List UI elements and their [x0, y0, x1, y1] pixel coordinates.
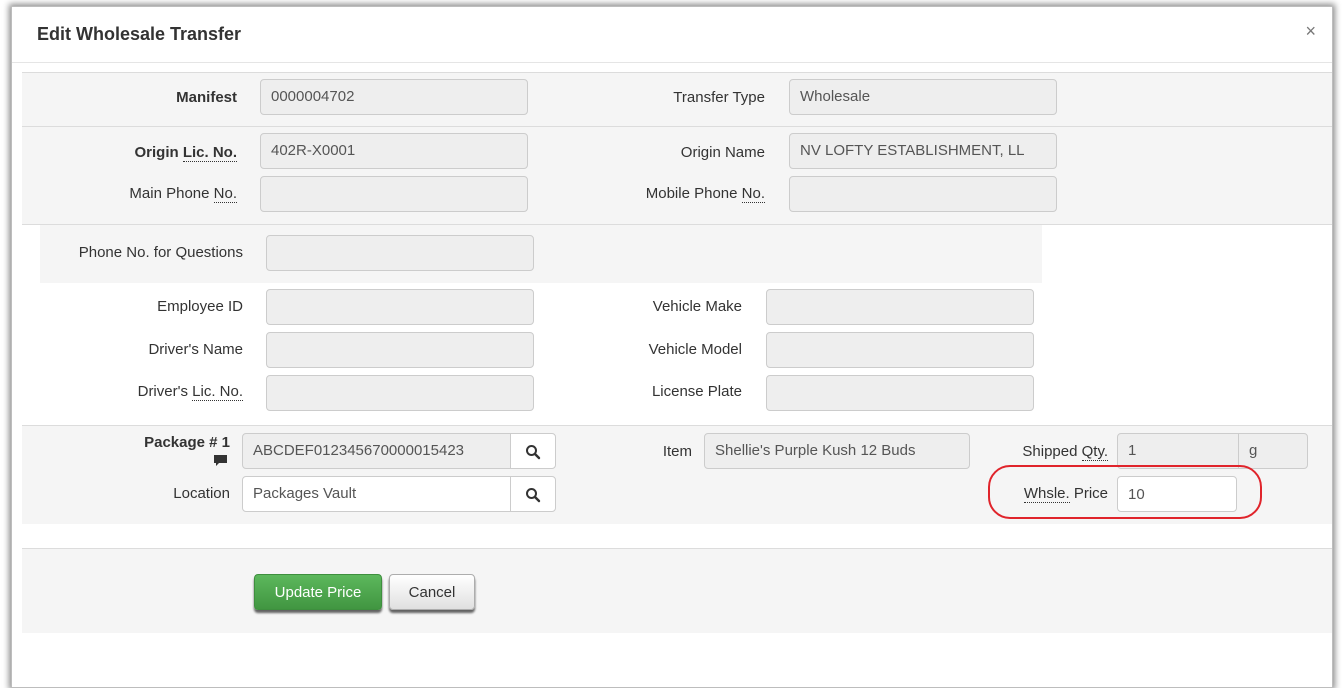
origin-name-field: NV LOFTY ESTABLISHMENT, LL — [789, 133, 1057, 169]
shipped-qty-field: 1 — [1117, 433, 1239, 469]
cancel-button[interactable]: Cancel — [389, 574, 475, 610]
main-phone-field — [260, 176, 528, 212]
main-phone-label: Main Phone No. — [129, 185, 237, 203]
license-plate-label: License Plate — [651, 383, 742, 400]
actions-section — [22, 548, 1332, 633]
phone-questions-label: Phone No. for Questions — [78, 244, 243, 261]
modal-header: Edit Wholesale Transfer × — [12, 7, 1332, 63]
mobile-phone-label: Mobile Phone No. — [645, 185, 765, 203]
comment-icon[interactable] — [214, 454, 227, 466]
location-search-button[interactable] — [510, 476, 556, 512]
package-field[interactable]: ABCDEF012345670000015423 — [242, 433, 512, 469]
driver-lic-label: Driver's Lic. No. — [137, 383, 243, 401]
location-label: Location — [173, 485, 230, 502]
vehicle-make-label: Vehicle Make — [652, 298, 742, 315]
origin-name-label: Origin Name — [680, 144, 765, 161]
whsle-price-label: Whsle. Price — [1023, 485, 1108, 503]
transfer-type-field: Wholesale — [789, 79, 1057, 115]
package-label: Package # 1 — [144, 434, 230, 451]
close-icon[interactable]: × — [1305, 21, 1316, 42]
manifest-field: 0000004702 — [260, 79, 528, 115]
item-label: Item — [662, 443, 692, 460]
origin-section — [22, 126, 1332, 225]
driver-name-label: Driver's Name — [148, 341, 243, 358]
transfer-type-label: Transfer Type — [673, 89, 765, 106]
location-field[interactable]: Packages Vault — [242, 476, 512, 512]
driver-name-field — [266, 332, 534, 368]
vehicle-model-field — [766, 332, 1034, 368]
phone-questions-field — [266, 235, 534, 271]
item-field: Shellie's Purple Kush 12 Buds — [704, 433, 970, 469]
manifest-label: Manifest — [176, 89, 237, 106]
shipped-qty-label: Shipped Qty. — [1022, 443, 1108, 461]
license-plate-field — [766, 375, 1034, 411]
vehicle-make-field — [766, 289, 1034, 325]
modal-title: Edit Wholesale Transfer — [37, 24, 242, 44]
mobile-phone-field — [789, 176, 1057, 212]
whsle-price-input[interactable] — [1117, 476, 1237, 512]
search-icon — [526, 488, 541, 503]
package-search-button[interactable] — [510, 433, 556, 469]
origin-lic-field: 402R-X0001 — [260, 133, 528, 169]
update-price-button[interactable]: Update Price — [254, 574, 382, 610]
vehicle-model-label: Vehicle Model — [648, 341, 742, 358]
driver-lic-field — [266, 375, 534, 411]
origin-lic-label: Origin Lic. No. — [134, 144, 237, 162]
employee-id-label: Employee ID — [157, 298, 243, 315]
employee-id-field — [266, 289, 534, 325]
search-icon — [526, 445, 541, 460]
shipped-unit-field: g — [1238, 433, 1308, 469]
